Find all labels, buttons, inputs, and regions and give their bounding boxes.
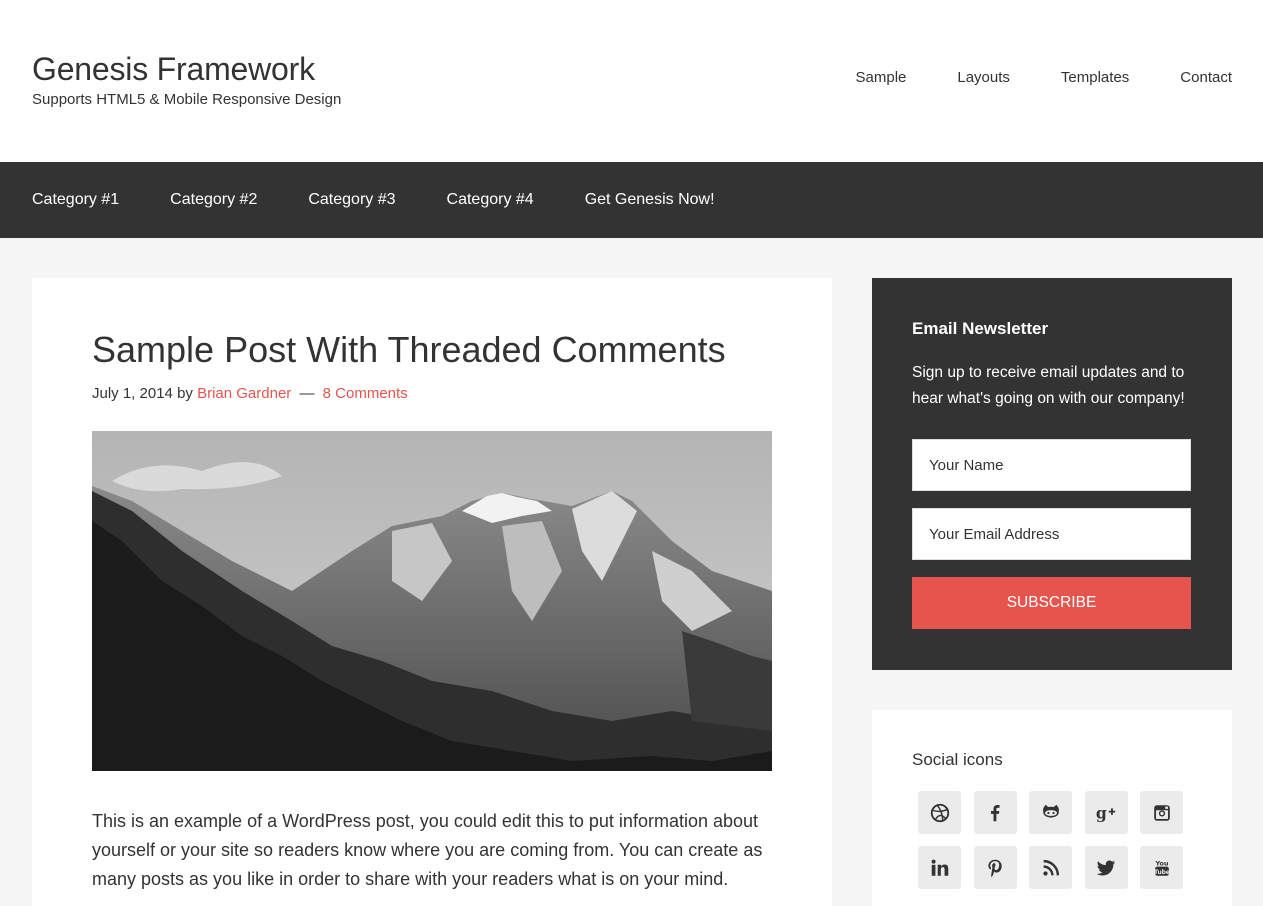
post-comments-link[interactable]: 8 Comments — [323, 385, 408, 402]
nav-get-genesis[interactable]: Get Genesis Now! — [585, 188, 715, 212]
post-meta: July 1, 2014 by Brian Gardner — 8 Commen… — [92, 382, 408, 406]
svg-text:You: You — [1154, 859, 1168, 867]
dribbble-icon[interactable] — [918, 791, 961, 834]
twitter-icon[interactable] — [1084, 846, 1128, 889]
rss-icon[interactable] — [1029, 846, 1072, 889]
newsletter-title: Email Newsletter — [912, 319, 1049, 338]
header-nav-layouts[interactable]: Layouts — [957, 66, 1010, 90]
post-date: July 1, 2014 — [92, 385, 173, 402]
header-nav-sample[interactable]: Sample — [856, 66, 907, 90]
site-description: Supports HTML5 & Mobile Responsive Desig… — [32, 91, 342, 108]
header-nav-templates[interactable]: Templates — [1061, 66, 1129, 90]
nav-category-4[interactable]: Category #4 — [447, 188, 534, 212]
site-header: Genesis Framework Supports HTML5 & Mobil… — [0, 0, 1263, 162]
social-icons-grid: g You Tube — [918, 791, 1183, 889]
instagram-icon[interactable] — [1140, 791, 1183, 834]
social-widget: Social icons g You Tube — [872, 710, 1232, 906]
post-meta-separator: — — [299, 385, 315, 402]
newsletter-widget: Email Newsletter Sign up to receive emai… — [872, 278, 1232, 670]
post-title[interactable]: Sample Post With Threaded Comments — [92, 326, 726, 374]
social-title: Social icons — [912, 750, 1003, 769]
post-content: Sample Post With Threaded Comments July … — [32, 278, 832, 906]
header-nav: Sample Layouts Templates Contact — [856, 66, 1232, 90]
newsletter-text: Sign up to receive email updates and to … — [912, 364, 1185, 407]
svg-text:g: g — [1096, 803, 1107, 822]
primary-nav: Category #1 Category #2 Category #3 Cate… — [0, 162, 1263, 238]
pinterest-icon[interactable] — [973, 846, 1017, 889]
svg-text:Tube: Tube — [1154, 868, 1170, 875]
newsletter-name-input[interactable] — [912, 439, 1191, 491]
featured-image — [92, 431, 772, 771]
newsletter-email-input[interactable] — [912, 508, 1191, 560]
github-icon[interactable] — [1029, 791, 1072, 834]
linkedin-icon[interactable] — [918, 846, 961, 889]
youtube-icon[interactable]: You Tube — [1140, 846, 1183, 889]
post-body: This is an example of a WordPress post, … — [92, 811, 763, 889]
post-author-link[interactable]: Brian Gardner — [197, 385, 291, 402]
facebook-icon[interactable] — [973, 791, 1017, 834]
google-plus-icon[interactable]: g — [1084, 791, 1128, 834]
nav-category-3[interactable]: Category #3 — [308, 188, 395, 212]
header-nav-contact[interactable]: Contact — [1180, 66, 1232, 90]
post-by: by — [177, 385, 193, 402]
site-title[interactable]: Genesis Framework — [32, 50, 315, 88]
nav-category-1[interactable]: Category #1 — [32, 188, 119, 212]
newsletter-subscribe-button[interactable]: Subscribe — [912, 577, 1191, 629]
nav-category-2[interactable]: Category #2 — [170, 188, 257, 212]
